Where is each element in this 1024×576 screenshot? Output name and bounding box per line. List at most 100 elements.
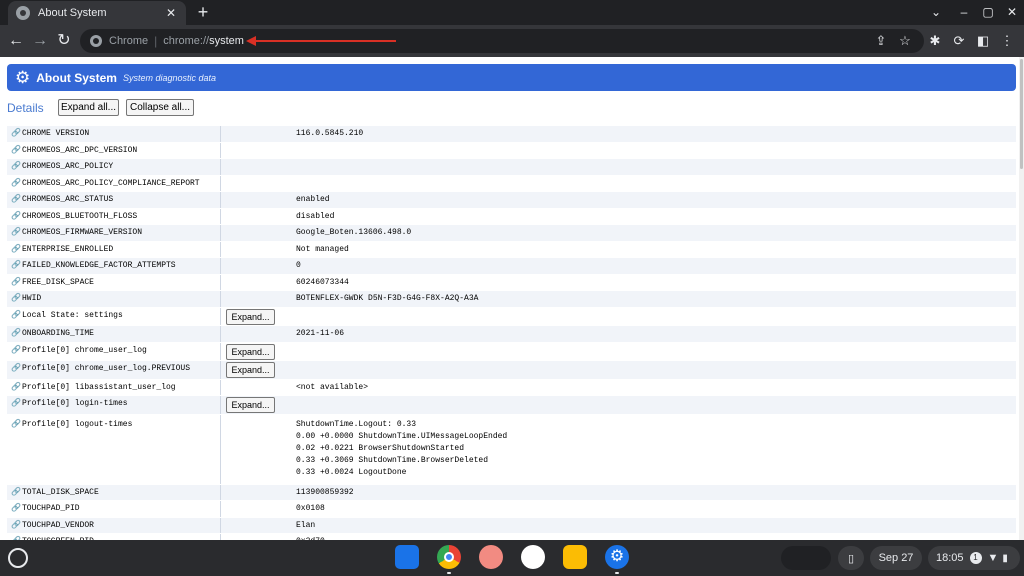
- phone-hub-icon[interactable]: ▯: [838, 546, 864, 570]
- date-pill[interactable]: Sep 27: [870, 546, 922, 570]
- row-action-cell: [220, 501, 292, 517]
- anchor-link-icon[interactable]: 🔗: [11, 399, 21, 408]
- anchor-link-icon[interactable]: 🔗: [11, 488, 21, 497]
- row-value: enabled: [296, 195, 330, 204]
- row-key: 🔗TOUCHPAD_PID: [7, 501, 220, 517]
- row-value: [296, 308, 1016, 326]
- row-value: [296, 159, 1016, 175]
- anchor-link-icon[interactable]: 🔗: [11, 294, 21, 303]
- app-4-icon[interactable]: [521, 545, 545, 569]
- anchor-link-icon[interactable]: 🔗: [11, 195, 21, 204]
- settings-app-icon[interactable]: ⚙: [605, 545, 629, 569]
- anchor-link-icon[interactable]: 🔗: [11, 146, 21, 155]
- expand-button[interactable]: Expand...: [226, 308, 275, 325]
- anchor-link-icon[interactable]: 🔗: [11, 261, 21, 270]
- keep-app-icon[interactable]: [563, 545, 587, 569]
- table-row: 🔗Profile[0] chrome_user_log Expand...: [7, 342, 1016, 361]
- table-row: 🔗Local State: settings Expand...: [7, 307, 1016, 326]
- anchor-link-icon[interactable]: 🔗: [11, 179, 21, 188]
- share-icon[interactable]: ⇪: [872, 31, 890, 51]
- page-content: ⚙ About System System diagnostic data De…: [0, 57, 1024, 540]
- chrome-menu-icon[interactable]: ⋮: [998, 31, 1016, 51]
- minimize-button[interactable]: –: [957, 4, 971, 20]
- clock-time: 18:05: [936, 552, 964, 564]
- page-title: About System: [36, 70, 117, 85]
- row-value: BOTENFLEX-GWDK D5N-F3D-G4G-F8X-A2Q-A3A: [296, 294, 479, 303]
- chrome-app-icon[interactable]: [437, 545, 461, 569]
- sync-icon[interactable]: ⟳: [950, 31, 968, 51]
- annotation-arrow-icon: [246, 36, 396, 46]
- row-key-text: Profile[0] chrome_user_log: [21, 345, 147, 355]
- url-scheme: chrome://: [163, 35, 210, 47]
- expand-button[interactable]: Expand...: [226, 397, 275, 413]
- anchor-link-icon[interactable]: 🔗: [11, 346, 21, 355]
- url-host: system: [209, 35, 244, 47]
- launcher-button[interactable]: [8, 548, 28, 568]
- table-row: 🔗CHROMEOS_ARC_POLICY: [7, 159, 1016, 176]
- chromeos-shelf: ⚙ ▯ Sep 27 18:05 1 ▼ ▮: [0, 540, 1024, 576]
- about-system-header: ⚙ About System System diagnostic data: [7, 64, 1016, 91]
- anchor-link-icon[interactable]: 🔗: [11, 521, 21, 530]
- forward-button[interactable]: →: [30, 31, 50, 51]
- chrome-icon: [90, 35, 102, 47]
- origin-chip: Chrome: [109, 35, 149, 47]
- new-tab-button[interactable]: +: [194, 2, 212, 22]
- row-action-cell: [220, 379, 292, 395]
- window-close-button[interactable]: ✕: [1005, 4, 1019, 20]
- row-action-cell: [220, 258, 292, 274]
- system-info-table: 🔗CHROME VERSION 116.0.5845.210 🔗CHROMEOS_A…: [7, 126, 1016, 540]
- table-row: 🔗FREE_DISK_SPACE 60246073344: [7, 274, 1016, 291]
- back-button[interactable]: ←: [6, 31, 26, 51]
- app-3-icon[interactable]: [479, 545, 503, 569]
- anchor-link-icon[interactable]: 🔗: [11, 278, 21, 287]
- expand-all-button[interactable]: Expand all...: [58, 99, 119, 116]
- table-row: 🔗TOTAL_DISK_SPACE 113900859392: [7, 484, 1016, 501]
- anchor-link-icon[interactable]: 🔗: [11, 228, 21, 237]
- anchor-link-icon[interactable]: 🔗: [11, 420, 21, 429]
- row-value: <not available>: [296, 382, 369, 392]
- anchor-link-icon[interactable]: 🔗: [11, 245, 21, 254]
- bookmark-star-icon[interactable]: ☆: [896, 31, 914, 51]
- row-key-text: TOUCHPAD_VENDOR: [21, 520, 94, 530]
- row-value: Not managed: [296, 244, 349, 254]
- row-value: [296, 176, 1016, 192]
- expand-button[interactable]: Expand...: [226, 362, 275, 378]
- maximize-button[interactable]: ▢: [981, 4, 995, 20]
- anchor-link-icon[interactable]: 🔗: [11, 212, 21, 221]
- vertical-scrollbar[interactable]: [1019, 57, 1024, 540]
- anchor-link-icon[interactable]: 🔗: [11, 311, 21, 320]
- tab-close-icon[interactable]: ✕: [164, 6, 178, 20]
- expand-button[interactable]: Expand...: [226, 343, 275, 360]
- row-key: 🔗Profile[0] login-times: [7, 396, 220, 414]
- anchor-link-icon[interactable]: 🔗: [11, 504, 21, 513]
- anchor-link-icon[interactable]: 🔗: [11, 383, 21, 392]
- row-key-text: CHROMEOS_FIRMWARE_VERSION: [21, 228, 142, 237]
- tab-about-system[interactable]: About System ✕: [8, 1, 186, 25]
- row-key: 🔗HWID: [7, 291, 220, 307]
- tab-search-icon[interactable]: ⌄: [929, 4, 943, 20]
- row-key: 🔗CHROMEOS_ARC_DPC_VERSION: [7, 143, 220, 159]
- row-key-text: ONBOARDING_TIME: [21, 329, 94, 338]
- row-key: 🔗TOTAL_DISK_SPACE: [7, 485, 220, 501]
- scrollbar-thumb[interactable]: [1020, 59, 1023, 169]
- side-panel-icon[interactable]: ◧: [974, 31, 992, 51]
- anchor-link-icon[interactable]: 🔗: [11, 329, 21, 338]
- row-value: [296, 361, 1016, 379]
- reload-button[interactable]: ↻: [54, 31, 74, 51]
- anchor-link-icon[interactable]: 🔗: [11, 162, 21, 171]
- tote-hidden-pill[interactable]: [781, 546, 831, 570]
- address-bar[interactable]: Chrome | chrome:// system: [80, 29, 924, 53]
- row-key-text: CHROMEOS_ARC_STATUS: [21, 195, 114, 204]
- row-value: disabled: [296, 211, 335, 221]
- anchor-link-icon[interactable]: 🔗: [11, 129, 21, 138]
- anchor-link-icon[interactable]: 🔗: [11, 364, 21, 373]
- row-value: 0x0108: [296, 504, 325, 513]
- row-action-cell: [220, 517, 292, 533]
- collapse-all-button[interactable]: Collapse all...: [126, 99, 194, 116]
- status-area[interactable]: 18:05 1 ▼ ▮: [928, 546, 1020, 570]
- files-app-icon[interactable]: [395, 545, 419, 569]
- extensions-icon[interactable]: ✱: [926, 31, 944, 51]
- row-action-cell: [220, 142, 292, 158]
- row-key: 🔗Profile[0] chrome_user_log: [7, 343, 220, 361]
- details-label: Details: [7, 101, 44, 115]
